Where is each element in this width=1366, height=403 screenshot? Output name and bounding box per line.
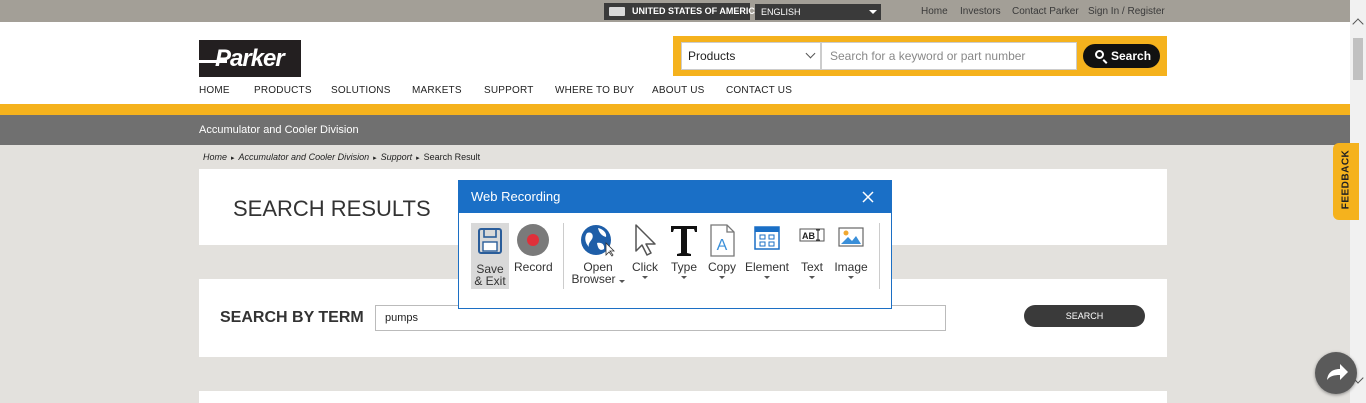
search-button-label: Search xyxy=(1111,49,1152,63)
site-header: Parker Products Search for a keyword or … xyxy=(0,22,1350,104)
nav-support[interactable]: SUPPORT xyxy=(484,85,534,96)
nav-markets[interactable]: MARKETS xyxy=(412,85,462,96)
nav-products[interactable]: PRODUCTS xyxy=(254,85,312,96)
search-category-value: Products xyxy=(688,49,736,63)
country-selector[interactable]: UNITED STATES OF AMERICA xyxy=(604,3,761,20)
click-label: Click xyxy=(632,260,658,274)
breadcrumb-division[interactable]: Accumulator and Cooler Division xyxy=(239,152,370,162)
search-category-select[interactable]: Products xyxy=(681,42,821,70)
element-label: Element xyxy=(744,260,790,274)
toolbar-divider xyxy=(879,223,880,289)
feedback-tab[interactable]: FEEDBACK xyxy=(1333,143,1359,220)
share-arrow-icon xyxy=(1327,364,1348,380)
language-select[interactable]: ENGLISH xyxy=(755,4,881,20)
dialog-title: Web Recording xyxy=(459,181,891,213)
scroll-up-icon[interactable] xyxy=(1352,18,1364,30)
open-label-line2: Browser xyxy=(571,272,616,286)
breadcrumb-separator-icon: ▸ xyxy=(416,155,420,162)
globe-icon xyxy=(581,225,615,257)
save-label-line2: & Exit xyxy=(474,274,506,288)
breadcrumb-current: Search Result xyxy=(423,152,481,162)
open-browser-button[interactable]: Open Browser xyxy=(571,223,625,285)
search-input[interactable]: Search for a keyword or part number xyxy=(821,42,1077,70)
type-label: Type xyxy=(670,260,697,274)
caret-down-icon xyxy=(869,10,877,14)
search-bar: Products Search for a keyword or part nu… xyxy=(673,36,1167,76)
language-label: ENGLISH xyxy=(761,7,801,17)
top-link-sign-in[interactable]: Sign In / Register xyxy=(1088,6,1165,17)
utility-bar: UNITED STATES OF AMERICA ENGLISH Home In… xyxy=(0,0,1350,22)
type-text-icon xyxy=(671,226,697,256)
svg-text:AB: AB xyxy=(802,231,815,241)
breadcrumb-separator-icon: ▸ xyxy=(231,155,235,162)
text-field-icon: AB xyxy=(799,228,825,242)
scroll-thumb[interactable] xyxy=(1353,38,1363,80)
yellow-divider xyxy=(0,104,1350,115)
record-icon xyxy=(517,224,549,256)
page-title: SEARCH RESULTS xyxy=(233,196,431,221)
country-label: UNITED STATES OF AMERICA xyxy=(632,6,762,16)
close-icon[interactable] xyxy=(861,190,875,204)
breadcrumb-separator-icon: ▸ xyxy=(373,155,377,162)
image-icon xyxy=(838,227,864,247)
parker-logo[interactable]: Parker xyxy=(199,40,301,77)
nav-home[interactable]: HOME xyxy=(199,85,230,96)
dropdown-caret-icon xyxy=(618,279,625,283)
breadcrumb-support[interactable]: Support xyxy=(381,152,413,162)
dropdown-caret-icon xyxy=(681,276,687,279)
top-link-home[interactable]: Home xyxy=(921,6,948,17)
top-link-investors[interactable]: Investors xyxy=(960,6,1001,17)
text-button[interactable]: AB Text xyxy=(796,223,828,279)
dropdown-caret-icon xyxy=(764,276,770,279)
svg-text:A: A xyxy=(717,237,728,254)
search-button[interactable]: Search xyxy=(1083,44,1160,68)
image-button[interactable]: Image xyxy=(833,223,869,279)
record-button[interactable]: Record xyxy=(514,223,553,274)
save-icon xyxy=(478,228,502,254)
division-banner: Accumulator and Cooler Division xyxy=(0,115,1350,145)
dropdown-caret-icon xyxy=(848,276,854,279)
nav-contact-us[interactable]: CONTACT US xyxy=(726,85,792,96)
nav-about-us[interactable]: ABOUT US xyxy=(652,85,705,96)
search-by-term-heading: SEARCH BY TERM xyxy=(220,309,364,326)
breadcrumb-home[interactable]: Home xyxy=(203,152,227,162)
text-label: Text xyxy=(800,260,823,274)
copy-document-icon: A xyxy=(710,224,735,257)
globe-flag-icon xyxy=(609,7,625,16)
element-button[interactable]: Element xyxy=(744,223,790,279)
pointer-icon xyxy=(635,224,656,256)
dropdown-caret-icon xyxy=(719,276,725,279)
click-button[interactable]: Click xyxy=(629,223,661,279)
nav-solutions[interactable]: SOLUTIONS xyxy=(331,85,391,96)
copy-button[interactable]: A Copy xyxy=(705,223,739,279)
copy-label: Copy xyxy=(707,260,736,274)
nav-where-to-buy[interactable]: WHERE TO BUY xyxy=(555,85,634,96)
share-button[interactable] xyxy=(1315,352,1357,394)
dialog-title-text: Web Recording xyxy=(471,189,561,204)
type-button[interactable]: Type xyxy=(667,223,701,279)
dropdown-caret-icon xyxy=(642,276,648,279)
chevron-down-icon xyxy=(805,48,816,59)
dropdown-caret-icon xyxy=(809,276,815,279)
logo-bar xyxy=(199,60,227,63)
term-search-button[interactable]: SEARCH xyxy=(1024,305,1145,327)
feedback-label: FEEDBACK xyxy=(1340,149,1352,210)
top-link-contact[interactable]: Contact Parker xyxy=(1012,6,1079,17)
results-list-panel xyxy=(199,391,1167,403)
record-label: Record xyxy=(514,260,553,274)
web-recording-dialog: Web Recording Save & Exit Record Open Br… xyxy=(458,180,892,309)
breadcrumb: Home ▸ Accumulator and Cooler Division ▸ Sup… xyxy=(203,152,480,162)
logo-text: Parker xyxy=(215,45,285,72)
search-icon xyxy=(1095,50,1104,59)
image-label: Image xyxy=(834,260,868,274)
save-exit-button[interactable]: Save & Exit xyxy=(471,223,509,289)
element-grid-icon xyxy=(754,226,780,250)
toolbar-divider xyxy=(563,223,564,289)
